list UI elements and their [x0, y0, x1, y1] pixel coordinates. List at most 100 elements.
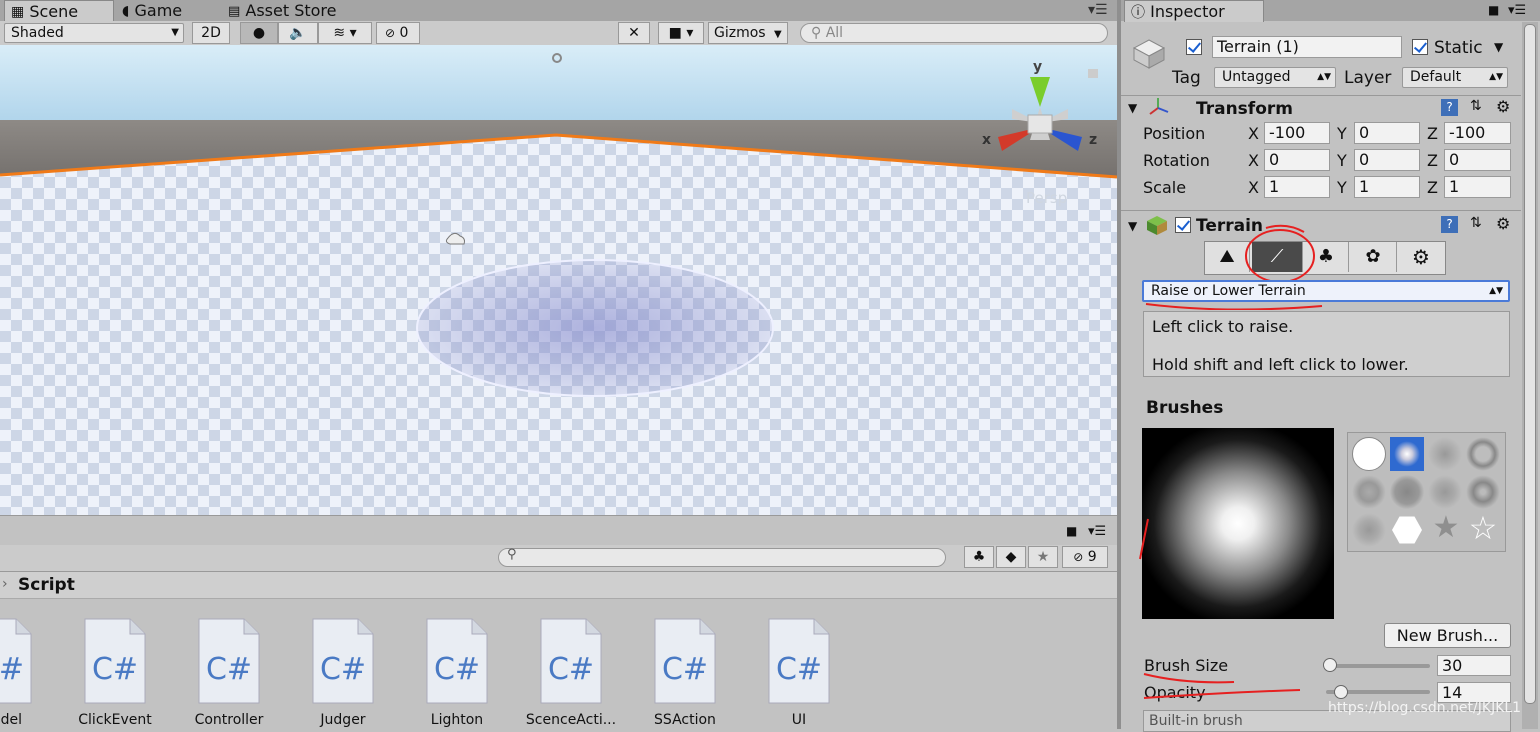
hidden-objects-toggle[interactable]: ⊘ 0: [376, 22, 420, 44]
folder-breadcrumb[interactable]: Script: [18, 575, 75, 595]
2d-toggle-button[interactable]: 2D: [192, 22, 230, 44]
opacity-slider-thumb[interactable]: [1334, 685, 1348, 699]
gizmos-dropdown[interactable]: Gizmos ▼: [708, 22, 788, 44]
brush-noise-1[interactable]: [1352, 475, 1386, 509]
script-file-icon[interactable]: C#: [312, 618, 374, 704]
foldout-arrow-icon[interactable]: ▼: [1128, 219, 1137, 233]
script-file-name[interactable]: ClickEvent: [60, 712, 170, 728]
filter-by-label-button[interactable]: ◆: [996, 546, 1026, 568]
shading-mode-value: Shaded: [11, 25, 64, 41]
tag-dropdown[interactable]: Untagged ▲▼: [1214, 67, 1336, 88]
terrain-enabled-checkbox[interactable]: [1175, 217, 1191, 233]
favorites-button[interactable]: ★: [1028, 546, 1058, 568]
lighting-toggle-button[interactable]: ●: [240, 22, 278, 44]
paint-details-button[interactable]: ✿: [1350, 242, 1397, 272]
chevron-down-icon[interactable]: ▼: [1494, 40, 1503, 54]
preset-icon[interactable]: ⇅: [1470, 98, 1482, 114]
brush-grass[interactable]: [1352, 513, 1386, 547]
script-file-icon[interactable]: C#: [84, 618, 146, 704]
script-file-icon[interactable]: C#: [654, 618, 716, 704]
object-name-input[interactable]: Terrain (1): [1212, 36, 1402, 58]
effects-dropdown-button[interactable]: ≋ ▾: [318, 22, 372, 44]
script-file-name[interactable]: Judger: [288, 712, 398, 728]
eye-hidden-icon: ⊘: [1073, 550, 1084, 564]
brush-noise-2[interactable]: [1390, 475, 1424, 509]
script-file-name[interactable]: UI: [744, 712, 854, 728]
terrain-settings-button[interactable]: ⚙: [1398, 242, 1444, 272]
brush-star-soft[interactable]: ★: [1430, 513, 1462, 545]
tab-scene[interactable]: ▦ Scene: [4, 0, 114, 22]
script-file-name[interactable]: Controller: [174, 712, 284, 728]
active-checkbox[interactable]: [1186, 39, 1202, 55]
transform-y-input[interactable]: 0: [1354, 122, 1420, 144]
tab-asset-store[interactable]: ▤ Asset Store: [222, 0, 368, 21]
speaker-icon: 🔈: [289, 25, 307, 41]
shading-mode-dropdown[interactable]: Shaded ▼: [4, 23, 184, 43]
scene-search-input[interactable]: ⚲ All: [800, 23, 1108, 43]
transform-row-label: Position: [1143, 124, 1206, 143]
gameobject-icon[interactable]: [1132, 36, 1166, 70]
inspector-scrollbar-thumb[interactable]: [1524, 24, 1536, 704]
projection-label[interactable]: Persp: [1026, 189, 1067, 207]
gear-icon[interactable]: ⚙: [1496, 97, 1510, 116]
script-file-name[interactable]: Lighton: [402, 712, 512, 728]
brush-soft-circle-selected[interactable]: [1390, 437, 1424, 471]
foldout-arrow-icon[interactable]: ▼: [1128, 101, 1137, 115]
axis-x-label: X: [1248, 151, 1259, 170]
help-icon[interactable]: ?: [1441, 216, 1458, 233]
transform-z-input[interactable]: -100: [1444, 122, 1511, 144]
panel-menu-icon[interactable]: ▾☰: [1088, 2, 1108, 18]
transform-y-input[interactable]: 1: [1354, 176, 1420, 198]
brush-hard-circle[interactable]: [1352, 437, 1386, 471]
panel-menu-icon[interactable]: ▾☰: [1508, 3, 1526, 18]
brush-size-input[interactable]: 30: [1437, 655, 1511, 676]
brush-ring[interactable]: [1466, 437, 1500, 471]
tab-asset-store-label: Asset Store: [245, 1, 337, 20]
tab-inspector[interactable]: ⓘ Inspector: [1124, 0, 1264, 22]
transform-z-input[interactable]: 1: [1444, 176, 1511, 198]
tools-toggle-button[interactable]: ✕: [618, 22, 650, 44]
script-file-icon[interactable]: C#: [0, 618, 32, 704]
layer-dropdown[interactable]: Default ▲▼: [1402, 67, 1508, 88]
transform-x-input[interactable]: 0: [1264, 149, 1330, 171]
static-checkbox[interactable]: [1412, 39, 1428, 55]
transform-z-input[interactable]: 0: [1444, 149, 1511, 171]
preset-icon[interactable]: ⇅: [1470, 215, 1482, 231]
transform-x-input[interactable]: -100: [1264, 122, 1330, 144]
help-icon[interactable]: ?: [1441, 99, 1458, 116]
lock-icon[interactable]: [1088, 69, 1098, 78]
brush-splat[interactable]: [1466, 475, 1500, 509]
script-file-icon[interactable]: C#: [540, 618, 602, 704]
brush-star-outline[interactable]: ☆: [1466, 511, 1500, 545]
filter-by-type-button[interactable]: ♣: [964, 546, 994, 568]
project-search-input[interactable]: ⚲: [498, 547, 946, 567]
brush-size-slider-thumb[interactable]: [1323, 658, 1337, 672]
brush-noise-3[interactable]: [1428, 475, 1462, 509]
brush-hexagon[interactable]: [1392, 516, 1422, 544]
script-file-name[interactable]: SSAction: [630, 712, 740, 728]
script-file-name[interactable]: Model: [0, 712, 56, 728]
search-icon: ⚲: [811, 25, 822, 41]
camera-dropdown-button[interactable]: ■ ▾: [658, 22, 704, 44]
csharp-icon-text: C#: [775, 652, 823, 687]
script-file-icon[interactable]: C#: [198, 618, 260, 704]
panel-menu-icon[interactable]: ▾☰: [1088, 524, 1106, 539]
lock-icon[interactable]: ■: [1066, 524, 1077, 538]
gear-icon[interactable]: ⚙: [1496, 214, 1510, 233]
new-brush-button[interactable]: New Brush...: [1384, 623, 1511, 648]
script-file-icon[interactable]: C#: [768, 618, 830, 704]
transform-y-input[interactable]: 0: [1354, 149, 1420, 171]
script-file-name[interactable]: ScenceActi...: [516, 712, 626, 728]
csharp-icon-text: C#: [661, 652, 709, 687]
brush-size-slider-track[interactable]: [1326, 664, 1430, 668]
audio-toggle-button[interactable]: 🔈: [278, 22, 318, 44]
brush-soft-small[interactable]: [1428, 437, 1462, 471]
script-file-icon[interactable]: C#: [426, 618, 488, 704]
hidden-packages-toggle[interactable]: ⊘ 9: [1062, 546, 1108, 568]
scene-viewport[interactable]: y x z Persp: [0, 45, 1117, 515]
transform-header[interactable]: [1121, 95, 1521, 120]
lock-icon[interactable]: ■: [1488, 3, 1499, 17]
tab-game[interactable]: ◖ Game: [116, 0, 222, 21]
transform-title: Transform: [1196, 99, 1293, 119]
transform-x-input[interactable]: 1: [1264, 176, 1330, 198]
